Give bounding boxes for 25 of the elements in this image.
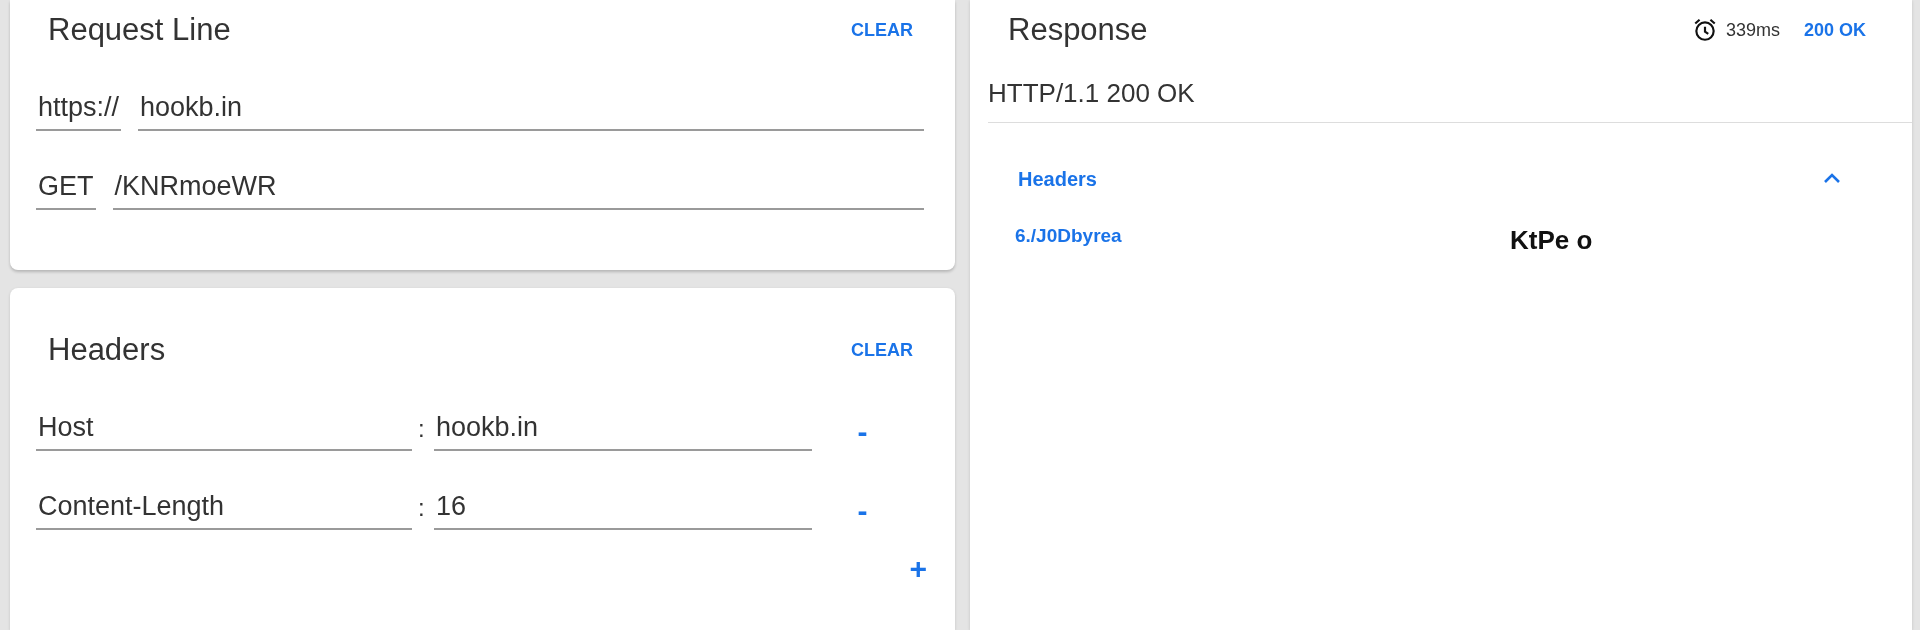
clear-button[interactable]: CLEAR (845, 335, 919, 365)
input-field[interactable]: Content-Length (36, 491, 412, 530)
card-title: Request Line (48, 12, 231, 48)
card-title: Headers (48, 332, 166, 368)
separator-text: : (417, 415, 426, 444)
input-field[interactable]: GET (36, 171, 96, 210)
remove-button[interactable]: - (849, 493, 876, 528)
section-title: Headers (1018, 167, 1097, 191)
input-field[interactable]: https:// (36, 92, 122, 131)
header-name: 6./J0Dbyrea (1015, 225, 1123, 248)
input-field[interactable]: hookb.in (434, 412, 812, 451)
separator-text: : (417, 494, 426, 523)
response-time: 339ms (1725, 19, 1780, 41)
status-code: 200 OK (1803, 19, 1866, 41)
card-title: Response (1008, 12, 1148, 48)
clear-button[interactable]: CLEAR (845, 15, 919, 45)
input-field[interactable]: /KNRmoeWR (112, 171, 924, 210)
remove-button[interactable]: - (849, 414, 876, 449)
headers-expander[interactable]: Headers (970, 149, 1912, 209)
header-value: KtPe o (1510, 225, 1593, 256)
input-field[interactable]: 16 (434, 491, 812, 530)
input-field[interactable]: Host (36, 412, 412, 451)
input-field[interactable]: hookb.in (138, 92, 924, 131)
add-button[interactable]: + (901, 552, 935, 586)
status-line: HTTP/1.1 200 OK (988, 77, 1195, 109)
